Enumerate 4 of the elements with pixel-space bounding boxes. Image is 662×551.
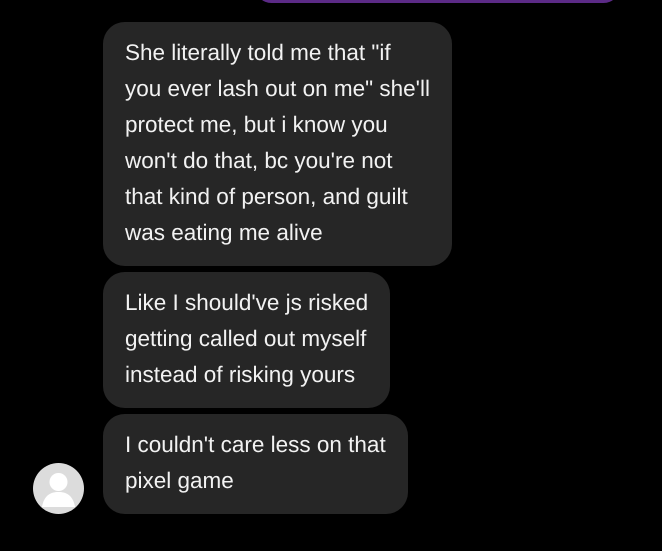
message-text: I couldn't care less on that pixel game bbox=[125, 431, 386, 495]
message-text: Like I should've js risked getting called out myself instead of risking yours bbox=[125, 289, 368, 389]
message-text: She literally told me that "if you ever lash out on me" she'll protect me, but i know you won't do that, bc you're not that kind of person, and guilt was eating me alive bbox=[125, 39, 430, 247]
avatar-icon bbox=[33, 463, 84, 514]
